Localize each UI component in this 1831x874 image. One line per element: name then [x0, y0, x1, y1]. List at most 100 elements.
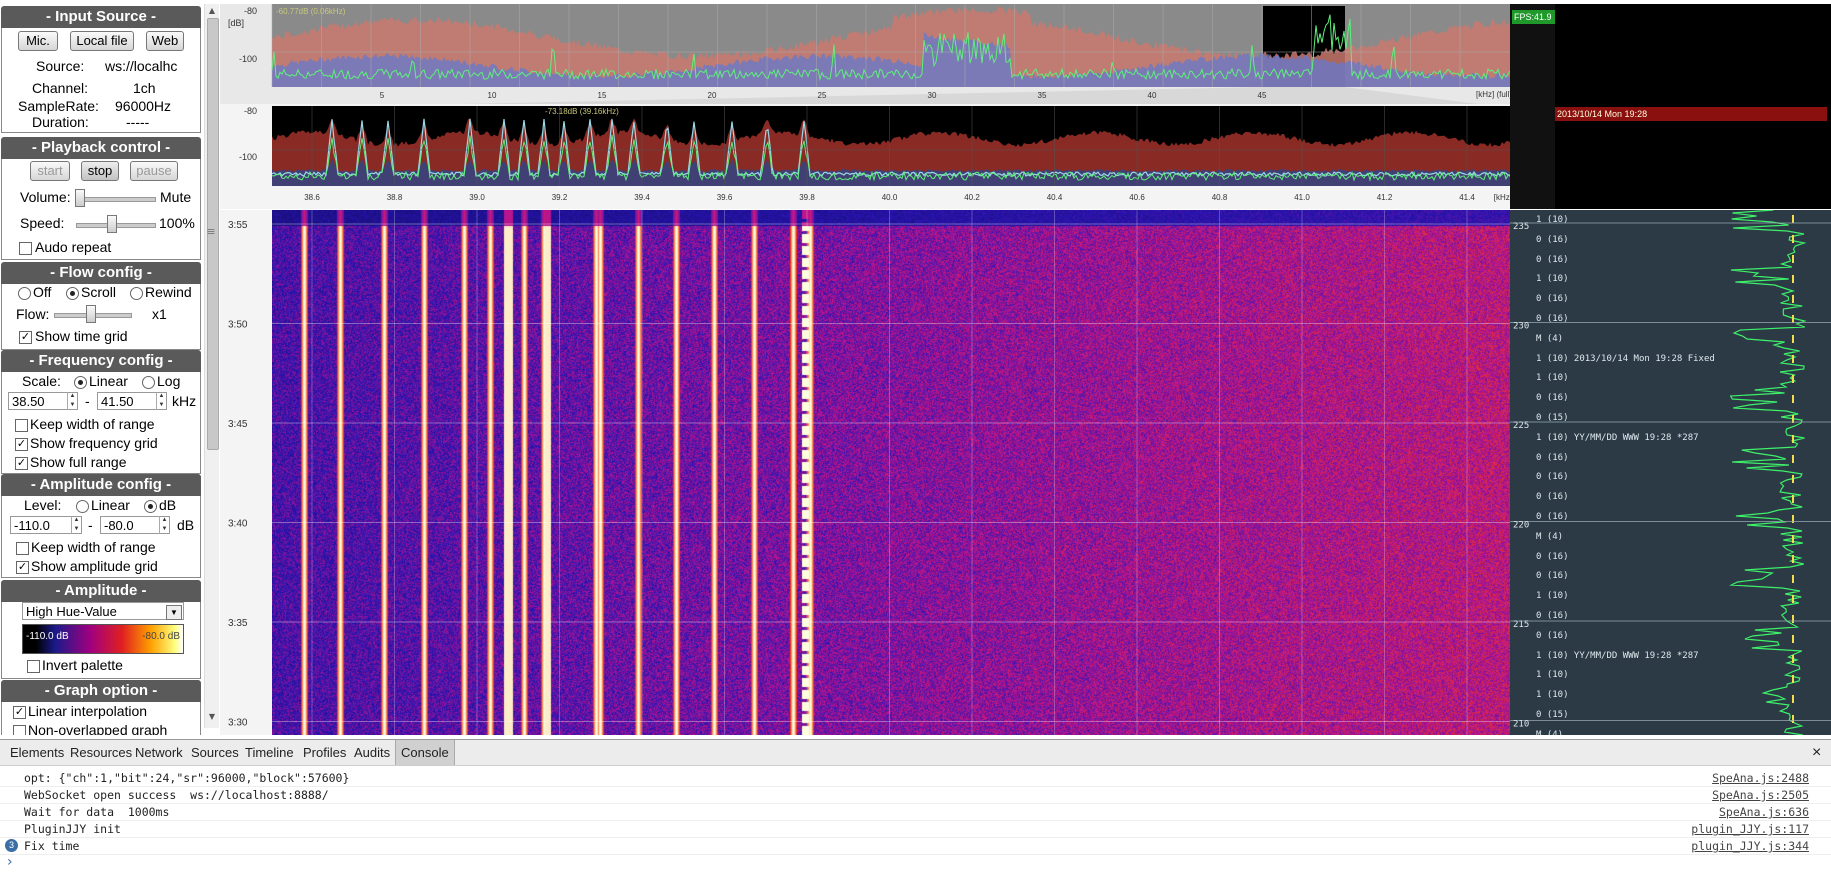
freq-keep-width-checkbox[interactable] [15, 419, 28, 432]
console-prompt-icon[interactable]: › [7, 854, 13, 870]
tab-audits[interactable]: Audits [354, 740, 390, 765]
flow-off-label: Off [33, 284, 52, 300]
full-peak-readout: -60.77dB (0.06kHz) [276, 7, 346, 16]
freq-max-spinner[interactable]: ▲ ▼ [156, 392, 166, 410]
tab-resources[interactable]: Resources [70, 740, 132, 765]
source-label: Source: [36, 58, 85, 74]
volume-slider-track[interactable] [76, 197, 156, 202]
zoom-x-tick-label: 40.4 [1047, 193, 1063, 202]
amp-keep-width-label: Keep width of range [31, 539, 156, 555]
console-src-1[interactable]: SpeAna.js:2488 [1712, 771, 1809, 785]
flow-rewind-radio[interactable] [130, 287, 143, 300]
sidebar-scrollbar[interactable]: ▲ ▼ [204, 4, 219, 728]
scroll-down-icon[interactable]: ▼ [207, 712, 217, 721]
full-spectrum-graph[interactable]: [dB] -80 -100 -60.77dB (0.06kHz) 5 10 15 20… [220, 4, 1510, 104]
chevron-down-icon[interactable]: ▼ [166, 605, 182, 620]
tab-profiles[interactable]: Profiles [303, 740, 346, 765]
non-overlapped-checkbox[interactable] [13, 725, 26, 735]
console-src-3[interactable]: SpeAna.js:636 [1719, 805, 1809, 819]
full-x-tick-label: 25 [818, 91, 827, 100]
flow-config-header[interactable]: - Flow config - [1, 262, 201, 284]
show-full-range-label: Show full range [30, 454, 127, 470]
decoder-row: 1 (10) YY/MM/DD WWW 19:28 *287 [1536, 650, 1699, 661]
decoder-row: M (4) [1536, 333, 1564, 344]
scale-linear-label: Linear [89, 373, 128, 389]
volume-slider-thumb[interactable] [75, 189, 85, 207]
scale-linear-radio[interactable] [74, 376, 87, 389]
decoder-row: 0 (16) [1536, 571, 1569, 582]
invert-palette-checkbox[interactable] [27, 660, 40, 673]
decoder-row: 0 (15) [1536, 710, 1569, 720]
spectrogram-waterfall[interactable]: 3:55 3:50 3:45 3:40 3:35 3:30 [220, 210, 1510, 735]
repeat-count-badge: 3 [5, 839, 18, 852]
console-src-2[interactable]: SpeAna.js:2505 [1712, 788, 1809, 802]
decoder-rows: 1 (10) 0 (16) 0 (16) 1 (10) 0 (16) 0 (16) M (4… [1510, 210, 1831, 735]
start-button[interactable]: start [30, 161, 70, 181]
full-db-label: [dB] [228, 18, 244, 28]
scale-log-radio[interactable] [142, 376, 155, 389]
full-x-tick-label: 40 [1148, 91, 1157, 100]
waterfall-grid: 3:55 3:50 3:45 3:40 3:35 3:30 [228, 210, 1510, 735]
freq-min-spinner[interactable]: ▲ ▼ [67, 392, 77, 410]
jjy-decoder-panel: 235 230 225 220 215 210 1 (10) 0 (16) 0 (16) 1 (… [1510, 210, 1831, 735]
amplitude-config-header[interactable]: - Amplitude config - [1, 474, 201, 496]
linear-interp-checkbox[interactable]: ✓ [13, 706, 26, 719]
flow-off-radio[interactable] [18, 287, 31, 300]
tab-elements[interactable]: Elements [10, 740, 64, 765]
frequency-config-header[interactable]: - Frequency config - [1, 350, 201, 372]
zoom-x-tick-label: 39.2 [552, 193, 568, 202]
local-file-button[interactable]: Local file [70, 31, 134, 51]
console-separator [0, 803, 1831, 804]
decoder-row: 0 (16) [1536, 393, 1569, 404]
tab-console[interactable]: Console [395, 740, 455, 765]
amp-min-spinner[interactable]: ▲ ▼ [71, 516, 81, 534]
flow-scroll-radio[interactable] [66, 287, 79, 300]
scroll-up-icon[interactable]: ▲ [207, 6, 217, 15]
console-line-3: Wait for data 1000ms [24, 805, 170, 819]
zoom-x-tick-label: 39.4 [634, 193, 650, 202]
console-src-4[interactable]: plugin_JJY.js:117 [1691, 822, 1809, 836]
splitter-handle-icon[interactable]: ≡ [205, 225, 217, 245]
invert-palette-label: Invert palette [42, 657, 123, 673]
show-amplitude-grid-checkbox[interactable]: ✓ [16, 561, 29, 574]
show-frequency-grid-checkbox[interactable]: ✓ [15, 438, 28, 451]
show-time-grid-checkbox[interactable]: ✓ [19, 331, 32, 344]
mic-button[interactable]: Mic. [18, 31, 58, 51]
decoder-row: 1 (10) [1536, 274, 1569, 285]
devtools-panel: Elements Resources Network Sources Timel… [0, 739, 1831, 874]
pause-button[interactable]: pause [130, 161, 178, 181]
speed-slider-thumb[interactable] [107, 215, 117, 233]
amplitude-header[interactable]: - Amplitude - [1, 580, 201, 602]
palette-min-label: -110.0 dB [26, 631, 69, 642]
stop-button[interactable]: stop [81, 161, 119, 181]
tab-timeline[interactable]: Timeline [245, 740, 294, 765]
graph-option-header[interactable]: - Graph option - [1, 680, 201, 702]
decoder-row: 0 (16) [1536, 512, 1569, 522]
show-time-grid-label: Show time grid [35, 328, 128, 344]
tab-network[interactable]: Network [135, 740, 183, 765]
amp-keep-width-checkbox[interactable] [16, 542, 29, 555]
tab-sources[interactable]: Sources [191, 740, 239, 765]
decoder-row: 1 (10) [1536, 215, 1569, 225]
decoder-row: M (4) [1536, 729, 1564, 735]
playback-header[interactable]: - Playback control - [1, 137, 201, 159]
level-linear-radio[interactable] [76, 500, 89, 513]
fps-counter: FPS:41.9 [1512, 10, 1556, 24]
zoom-spectrum-graph[interactable]: -80 -100 -73.18dB (39.16kHz) 38.6 38.8 39.… [220, 104, 1510, 209]
amplitude-config-panel: Level: Linear dB -110.0 ▲ ▼ - -80.0 ▲ ▼ dB… [1, 496, 201, 578]
flow-slider-thumb[interactable] [86, 305, 96, 323]
level-db-radio[interactable] [144, 500, 157, 513]
zoom-x-tick-label: 40.2 [964, 193, 980, 202]
level-label: Level: [24, 497, 62, 513]
close-icon[interactable]: × [1812, 740, 1821, 765]
flow-label: Flow: [16, 306, 50, 322]
scale-label: Scale: [22, 373, 61, 389]
console-src-5[interactable]: plugin_JJY.js:344 [1691, 839, 1809, 853]
show-full-range-checkbox[interactable]: ✓ [15, 457, 28, 470]
input-source-header[interactable]: - Input Source - [1, 6, 201, 28]
auto-repeat-checkbox[interactable] [19, 242, 32, 255]
full-unit-label: [kHz] (full) [1476, 90, 1510, 99]
palette-select[interactable]: High Hue-Value [22, 602, 184, 620]
web-button[interactable]: Web [146, 31, 184, 51]
amp-max-spinner[interactable]: ▲ ▼ [159, 516, 169, 534]
